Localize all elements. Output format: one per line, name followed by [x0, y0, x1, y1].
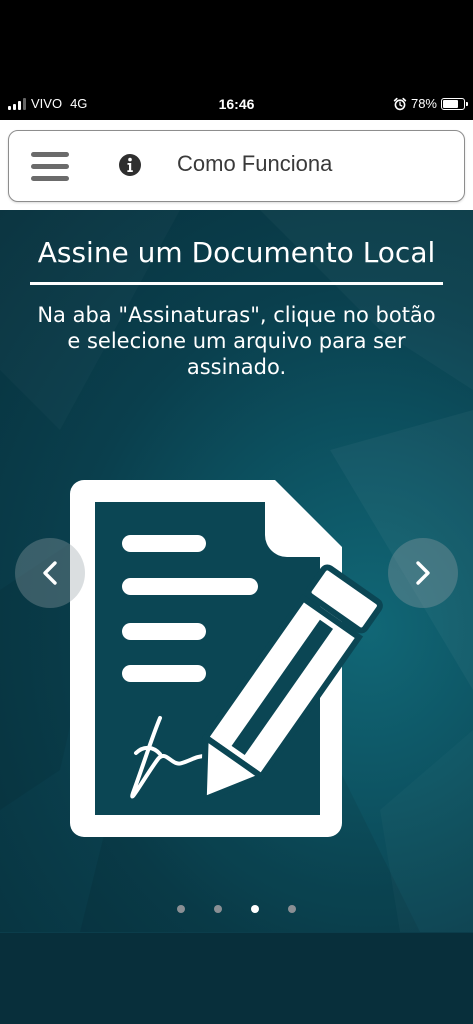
pagination-dot-2[interactable]	[214, 905, 222, 913]
chevron-left-icon	[43, 561, 57, 585]
screen: VIVO 4G 16:46 78% Como Funciona Assine u…	[0, 0, 473, 1024]
chevron-right-icon	[416, 561, 430, 585]
slide-title: Assine um Documento Local	[37, 236, 436, 269]
title-underline	[30, 282, 443, 285]
next-slide-button[interactable]	[388, 538, 458, 608]
hamburger-menu-icon[interactable]	[29, 149, 71, 185]
page-title: Como Funciona	[177, 151, 333, 176]
pagination-dots	[0, 905, 473, 915]
status-bar: VIVO 4G 16:46 78%	[0, 90, 473, 120]
header-card: Como Funciona	[8, 130, 465, 202]
slide-description: Na aba "Assinaturas", clique no botão e …	[37, 303, 436, 379]
battery-icon	[441, 97, 468, 110]
app-header: Como Funciona	[0, 120, 473, 210]
document-signature-pen-icon	[70, 480, 383, 837]
info-circle-icon[interactable]	[118, 153, 142, 177]
pagination-dot-4[interactable]	[288, 905, 296, 913]
pagination-dot-1[interactable]	[177, 905, 185, 913]
status-right: 78%	[393, 96, 468, 111]
previous-slide-button[interactable]	[15, 538, 85, 608]
pagination-dot-3[interactable]	[251, 905, 259, 913]
battery-level-fill	[443, 99, 458, 108]
alarm-clock-icon	[393, 97, 407, 110]
battery-percent: 78%	[410, 96, 437, 111]
bottom-bar	[0, 932, 473, 1024]
tutorial-carousel[interactable]: Assine um Documento Local Na aba "Assina…	[0, 210, 473, 932]
